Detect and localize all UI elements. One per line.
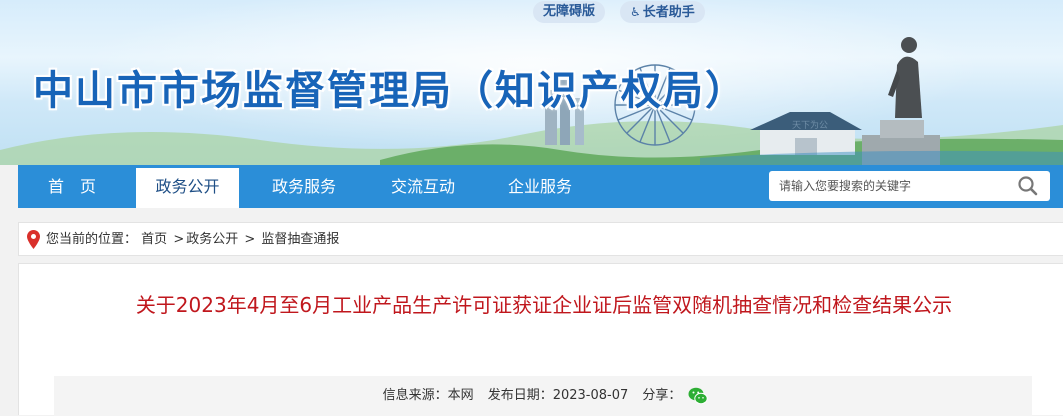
breadcrumb-prefix: 您当前的位置： (46, 232, 138, 247)
statue (862, 37, 940, 165)
breadcrumb-inspection-reports[interactable]: 监督抽查通报 (261, 232, 339, 247)
search-box (769, 171, 1050, 201)
article-container: 关于2023年4月至6月工业产品生产许可证获证企业证后监管双随机抽查情况和检查结… (18, 263, 1063, 416)
nav-item-government-services[interactable]: 政务服务 (254, 165, 354, 208)
banner-calligraphy: 天下为公 (792, 119, 828, 131)
header-banner: 天下为公 无障碍版 ♿ 长者助手 中山市市场监督管理局（知识产权局） (0, 0, 1063, 165)
memorial-hall: 天下为公 (750, 112, 862, 155)
breadcrumb-text: 您当前的位置： 首页 > 政务公开 > 监督抽查通报 (46, 223, 339, 257)
breadcrumb-separator: > (244, 232, 256, 247)
search-button[interactable] (1009, 171, 1050, 201)
elderly-assistant-button[interactable]: ♿ 长者助手 (620, 1, 705, 23)
article-title: 关于2023年4月至6月工业产品生产许可证获证企业证后监管双随机抽查情况和检查结… (135, 293, 953, 317)
breadcrumb-separator: > (173, 232, 185, 247)
article-date: 发布日期：2023-08-07 (487, 388, 629, 403)
breadcrumb-government-affairs[interactable]: 政务公开 (186, 232, 238, 247)
breadcrumb-home[interactable]: 首页 (141, 232, 167, 247)
nav-item-interaction[interactable]: 交流互动 (373, 165, 473, 208)
search-icon (1018, 176, 1038, 196)
nav-item-government-affairs[interactable]: 政务公开 (136, 165, 239, 208)
elderly-label: 长者助手 (642, 5, 695, 20)
breadcrumb: 您当前的位置： 首页 > 政务公开 > 监督抽查通报 (18, 222, 1063, 256)
main-nav: 首 页 政务公开 政务服务 交流互动 企业服务 (18, 165, 1063, 208)
accessibility-button[interactable]: 无障碍版 (533, 1, 606, 23)
elderly-icon: ♿ (630, 5, 641, 19)
article-meta: 信息来源：本网 发布日期：2023-08-07 分享： (54, 376, 1032, 416)
location-pin-icon (27, 230, 40, 249)
site-title: 中山市市场监督管理局（知识产权局） (33, 68, 747, 114)
nav-item-home[interactable]: 首 页 (28, 165, 116, 208)
wechat-share-icon[interactable] (688, 387, 709, 405)
nav-item-enterprise-services[interactable]: 企业服务 (490, 165, 590, 208)
share-label: 分享： (642, 388, 682, 403)
article-source: 信息来源：本网 (382, 388, 474, 403)
search-input[interactable] (769, 171, 1009, 201)
accessibility-label: 无障碍版 (543, 4, 596, 19)
